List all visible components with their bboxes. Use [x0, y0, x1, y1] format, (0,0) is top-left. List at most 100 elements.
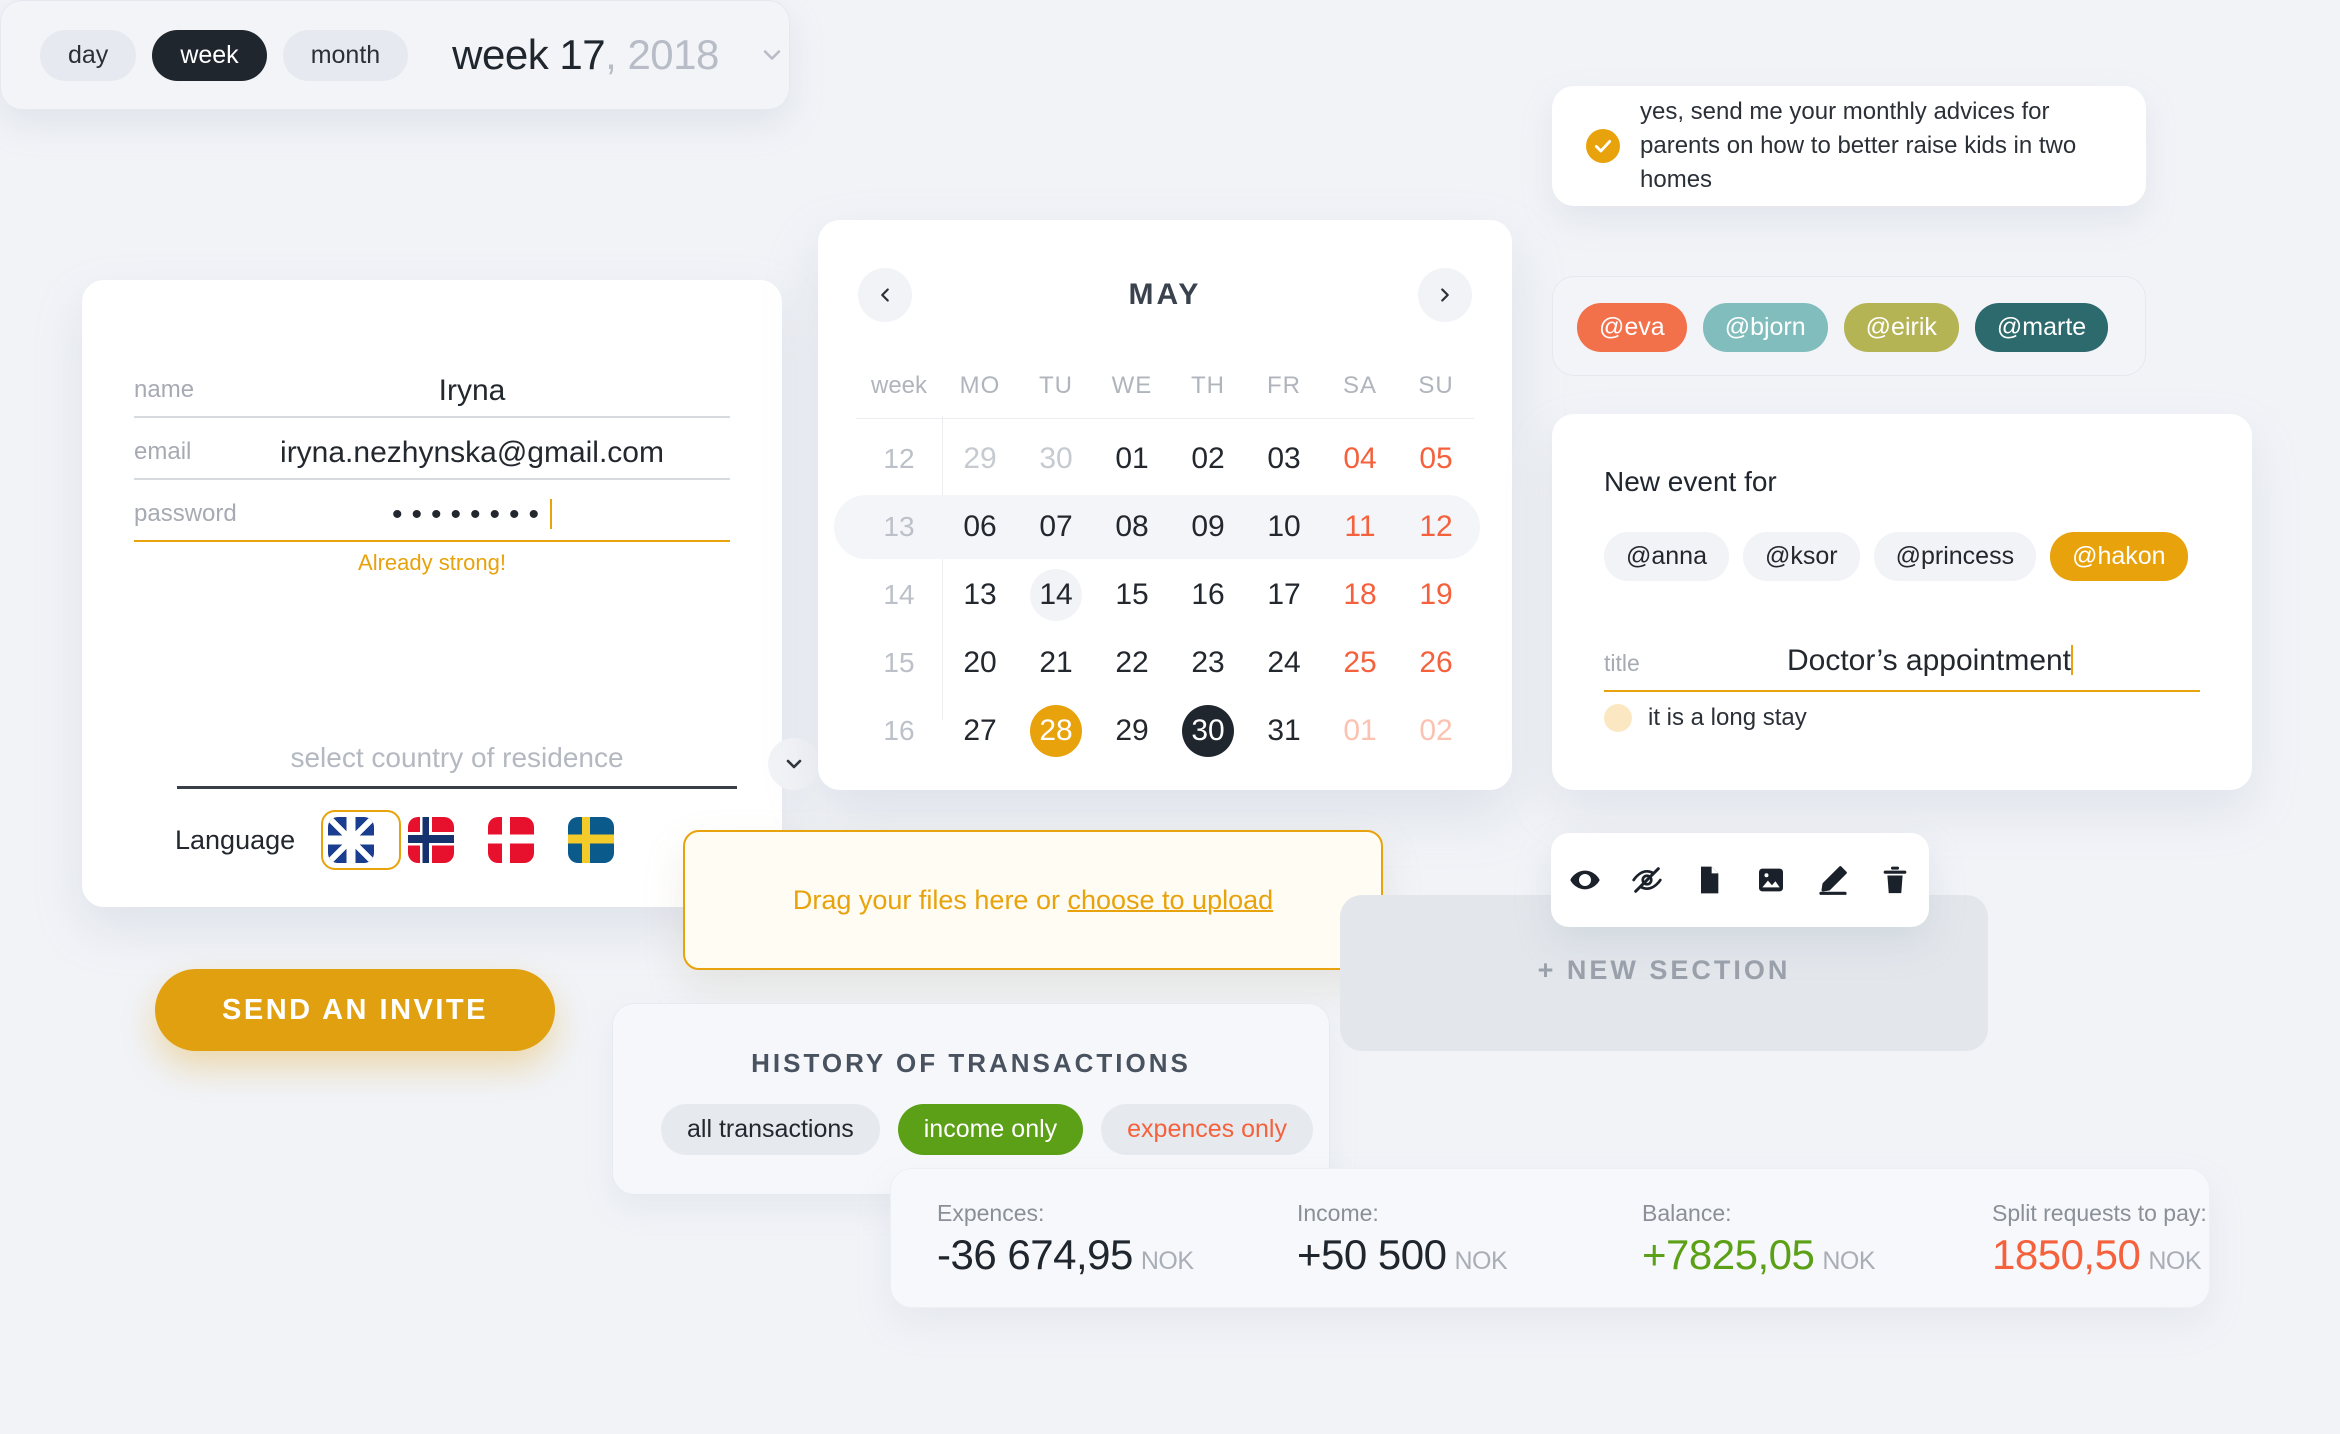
total-split-label: Split requests to pay:: [1992, 1199, 2207, 1226]
calendar-day-21[interactable]: 21: [1018, 646, 1094, 680]
event-person-anna[interactable]: @anna: [1604, 532, 1729, 581]
language-flag-denmark[interactable]: [481, 810, 561, 870]
send-invite-button[interactable]: SEND AN INVITE: [155, 969, 555, 1051]
calendar-week-number[interactable]: 14: [856, 579, 942, 611]
calendar-day-20[interactable]: 20: [942, 646, 1018, 680]
calendar-day-30[interactable]: 30: [1018, 442, 1094, 476]
calendar-day-01[interactable]: 01: [1322, 714, 1398, 748]
united-kingdom-flag-icon: [328, 817, 375, 863]
calendar-day-02[interactable]: 02: [1398, 714, 1474, 748]
file-icon[interactable]: [1690, 861, 1728, 899]
period-option-month[interactable]: month: [282, 29, 409, 81]
calendar-week-number[interactable]: 13: [856, 511, 942, 543]
period-label: week 17, 2018: [452, 31, 719, 78]
total-expences-value: -36 674,95 NOK: [937, 1231, 1237, 1279]
calendar-day-07[interactable]: 07: [1018, 510, 1094, 544]
subscribe-card: yes, send me your monthly advices for pa…: [1552, 86, 2146, 206]
total-split-currency: NOK: [2148, 1246, 2202, 1275]
calendar-day-18[interactable]: 18: [1322, 578, 1398, 612]
calendar-day-05[interactable]: 05: [1398, 442, 1474, 476]
pencil-icon[interactable]: [1814, 861, 1852, 899]
calendar-day-17[interactable]: 17: [1246, 578, 1322, 612]
mentions-card: @eva @bjorn @eirik @marte: [1552, 276, 2146, 376]
mention-tag-eva[interactable]: @eva: [1577, 302, 1687, 352]
calendar-day-28[interactable]: 28: [1018, 705, 1094, 757]
period-selector-row: day week month week 17, 2018: [40, 0, 787, 110]
language-flag-norway[interactable]: [401, 810, 481, 870]
calendar-day-02[interactable]: 02: [1170, 442, 1246, 476]
filter-all-transactions[interactable]: all transactions: [661, 1104, 880, 1155]
calendar-day-15[interactable]: 15: [1094, 578, 1170, 612]
new-section-label[interactable]: + NEW SECTION: [1340, 955, 1988, 986]
language-flag-united-kingdom[interactable]: [321, 810, 402, 870]
filter-income-only[interactable]: income only: [897, 1104, 1084, 1155]
total-expences-number: -36 674,95: [937, 1230, 1133, 1278]
calendar-day-22[interactable]: 22: [1094, 646, 1170, 680]
calendar-day-29[interactable]: 29: [942, 442, 1018, 476]
chevron-right-icon[interactable]: [1418, 268, 1472, 322]
period-option-week[interactable]: week: [152, 29, 267, 81]
calendar-day-04[interactable]: 04: [1322, 442, 1398, 476]
calendar-week-number[interactable]: 15: [856, 647, 942, 679]
calendar-day-24[interactable]: 24: [1246, 646, 1322, 680]
calendar-day-marker: 30: [1182, 705, 1234, 757]
event-person-ksor[interactable]: @ksor: [1743, 532, 1860, 581]
chevron-down-icon[interactable]: [757, 40, 787, 70]
file-dropzone[interactable]: Drag your files here or choose to upload: [683, 830, 1383, 970]
calendar-day-01[interactable]: 01: [1094, 442, 1170, 476]
mention-tag-eirik[interactable]: @eirik: [1843, 302, 1959, 352]
language-flag-sweden[interactable]: [561, 810, 641, 870]
calendar-day-26[interactable]: 26: [1398, 646, 1474, 680]
calendar-day-23[interactable]: 23: [1170, 646, 1246, 680]
period-option-day[interactable]: day: [40, 29, 137, 81]
calendar-day-12[interactable]: 12: [1398, 510, 1474, 544]
calendar-body: 12 29 30 01 02 03 04 05 13 06 07 08 09 10 11 12 14 13 14 15…: [834, 425, 1480, 765]
sweden-flag-icon: [568, 817, 615, 863]
total-balance-currency: NOK: [1822, 1246, 1876, 1275]
mention-tag-bjorn[interactable]: @bjorn: [1702, 302, 1828, 352]
filter-expences-only[interactable]: expences only: [1101, 1104, 1313, 1155]
calendar-day-09[interactable]: 09: [1170, 510, 1246, 544]
calendar-day-03[interactable]: 03: [1246, 442, 1322, 476]
calendar-day-marker: 28: [1030, 705, 1082, 757]
calendar-week-number[interactable]: 16: [856, 715, 942, 747]
calendar-day-30[interactable]: 30: [1170, 705, 1246, 757]
calendar-day-27[interactable]: 27: [942, 714, 1018, 748]
eye-icon[interactable]: [1566, 861, 1604, 899]
calendar-day-11[interactable]: 11: [1322, 510, 1398, 544]
calendar-day-10[interactable]: 10: [1246, 510, 1322, 544]
period-year: 2018: [627, 31, 719, 78]
calendar-day-25[interactable]: 25: [1322, 646, 1398, 680]
check-circle-icon[interactable]: [1586, 129, 1620, 163]
calendar-day-31[interactable]: 31: [1246, 714, 1322, 748]
calendar-month-label: MAY: [1128, 278, 1202, 311]
calendar-week-row: 12 29 30 01 02 03 04 05: [856, 425, 1474, 493]
calendar-day-13[interactable]: 13: [942, 578, 1018, 612]
eye-off-icon[interactable]: [1628, 861, 1666, 899]
image-icon[interactable]: [1752, 861, 1790, 899]
calendar-header-su: SU: [1418, 372, 1454, 399]
event-person-hakon[interactable]: @hakon: [2050, 532, 2188, 581]
calendar-day-headers: week MO TU WE TH FR SA SU: [856, 372, 1474, 418]
trash-icon[interactable]: [1876, 861, 1914, 899]
calendar-week-number[interactable]: 12: [856, 443, 942, 475]
calendar-day-14[interactable]: 14: [1018, 569, 1094, 621]
calendar-day-29[interactable]: 29: [1094, 714, 1170, 748]
email-value: iryna.nezhynska@gmail.com: [280, 436, 664, 469]
mention-tag-marte[interactable]: @marte: [1974, 302, 2109, 352]
calendar-day-06[interactable]: 06: [942, 510, 1018, 544]
calendar-day-08[interactable]: 08: [1094, 510, 1170, 544]
history-filter-row: all transactions income only expences on…: [661, 1104, 1313, 1155]
calendar-week-row: 16 27 28 29 30 31 01 02: [856, 697, 1474, 765]
chevron-down-icon[interactable]: [768, 738, 820, 790]
email-label: email: [134, 438, 192, 465]
calendar-day-19[interactable]: 19: [1398, 578, 1474, 612]
history-title: HISTORY OF TRANSACTIONS: [751, 1048, 1191, 1078]
new-event-title: New event for: [1604, 466, 1777, 497]
event-person-princess[interactable]: @princess: [1873, 532, 2037, 581]
chevron-left-icon[interactable]: [858, 268, 912, 322]
total-income-currency: NOK: [1454, 1246, 1508, 1275]
calendar-day-16[interactable]: 16: [1170, 578, 1246, 612]
dropzone-upload-link[interactable]: choose to upload: [1067, 885, 1273, 915]
event-note-row[interactable]: it is a long stay: [1604, 704, 1807, 732]
